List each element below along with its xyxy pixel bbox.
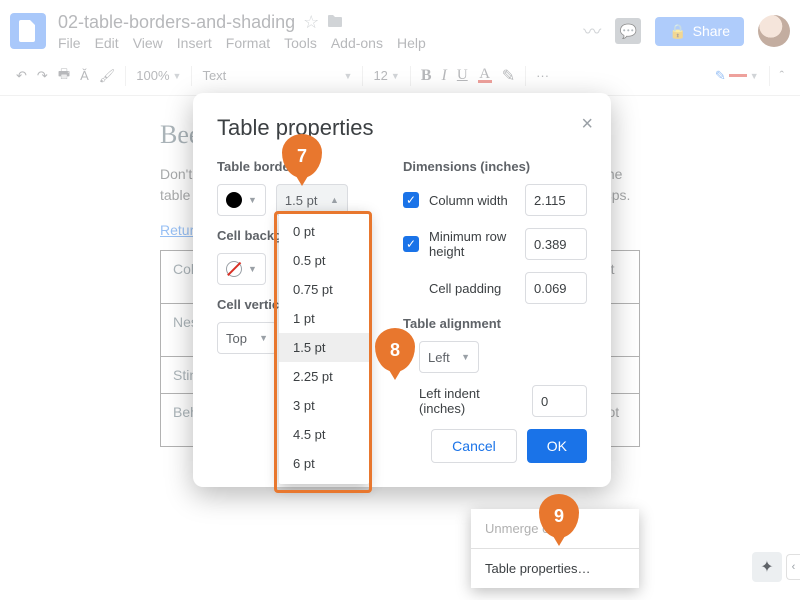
border-width-option[interactable]: 0 pt (279, 217, 369, 246)
border-width-value: 1.5 pt (285, 193, 318, 208)
border-width-option[interactable]: 4.5 pt (279, 420, 369, 449)
cell-padding-label: Cell padding (429, 281, 515, 296)
close-icon[interactable]: × (581, 113, 593, 136)
border-width-option[interactable]: 1 pt (279, 304, 369, 333)
left-indent-label: Left indent (inches) (419, 386, 512, 416)
ok-button[interactable]: OK (527, 429, 587, 463)
cell-bg-dropdown[interactable]: ▼ (217, 253, 266, 285)
color-swatch-icon (226, 192, 242, 208)
table-align-dropdown[interactable]: Left▼ (419, 341, 479, 373)
cell-padding-input[interactable]: 0.069 (525, 272, 587, 304)
dimensions-label: Dimensions (inches) (403, 159, 587, 174)
border-width-option[interactable]: 3 pt (279, 391, 369, 420)
table-align-value: Left (428, 350, 450, 365)
column-width-input[interactable]: 2.115 (525, 184, 587, 216)
border-width-option[interactable]: 2.25 pt (279, 362, 369, 391)
row-height-checkbox[interactable]: ✓ (403, 236, 419, 252)
side-panel-toggle[interactable]: ‹ (786, 554, 800, 580)
valign-value: Top (226, 331, 247, 346)
border-width-menu: 0 pt 0.5 pt 0.75 pt 1 pt 1.5 pt 2.25 pt … (279, 211, 369, 484)
left-indent-input[interactable]: 0 (532, 385, 587, 417)
valign-dropdown[interactable]: Top▼ (217, 322, 277, 354)
no-color-icon (226, 261, 242, 277)
cancel-button[interactable]: Cancel (431, 429, 517, 463)
row-height-label: Minimum row height (429, 229, 515, 259)
border-color-dropdown[interactable]: ▼ (217, 184, 266, 216)
border-width-option[interactable]: 0.5 pt (279, 246, 369, 275)
table-properties-dialog: Table properties × Table border ▼ 1.5 pt… (193, 93, 611, 487)
table-align-label: Table alignment (403, 316, 587, 331)
explore-button[interactable]: ✦ (752, 552, 782, 582)
border-width-option[interactable]: 0.75 pt (279, 275, 369, 304)
column-width-checkbox[interactable]: ✓ (403, 192, 419, 208)
dialog-title: Table properties (217, 115, 587, 141)
column-width-label: Column width (429, 193, 515, 208)
border-width-option-selected[interactable]: 1.5 pt (279, 333, 369, 362)
row-height-input[interactable]: 0.389 (525, 228, 587, 260)
table-properties-item[interactable]: Table properties… (471, 553, 639, 584)
border-width-option[interactable]: 6 pt (279, 449, 369, 478)
